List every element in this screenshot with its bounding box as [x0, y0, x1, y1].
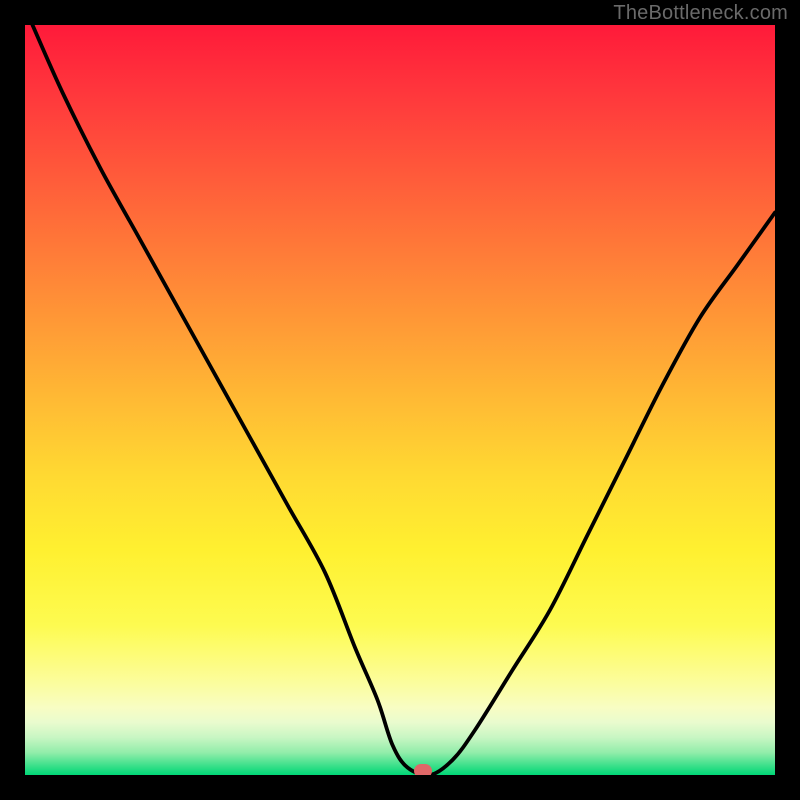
chart-frame: TheBottleneck.com [0, 0, 800, 800]
bottleneck-curve-svg [25, 25, 775, 775]
attribution-text: TheBottleneck.com [613, 2, 788, 25]
optimal-point-marker [414, 764, 432, 775]
bottleneck-curve-path [33, 25, 776, 775]
plot-area [25, 25, 775, 775]
